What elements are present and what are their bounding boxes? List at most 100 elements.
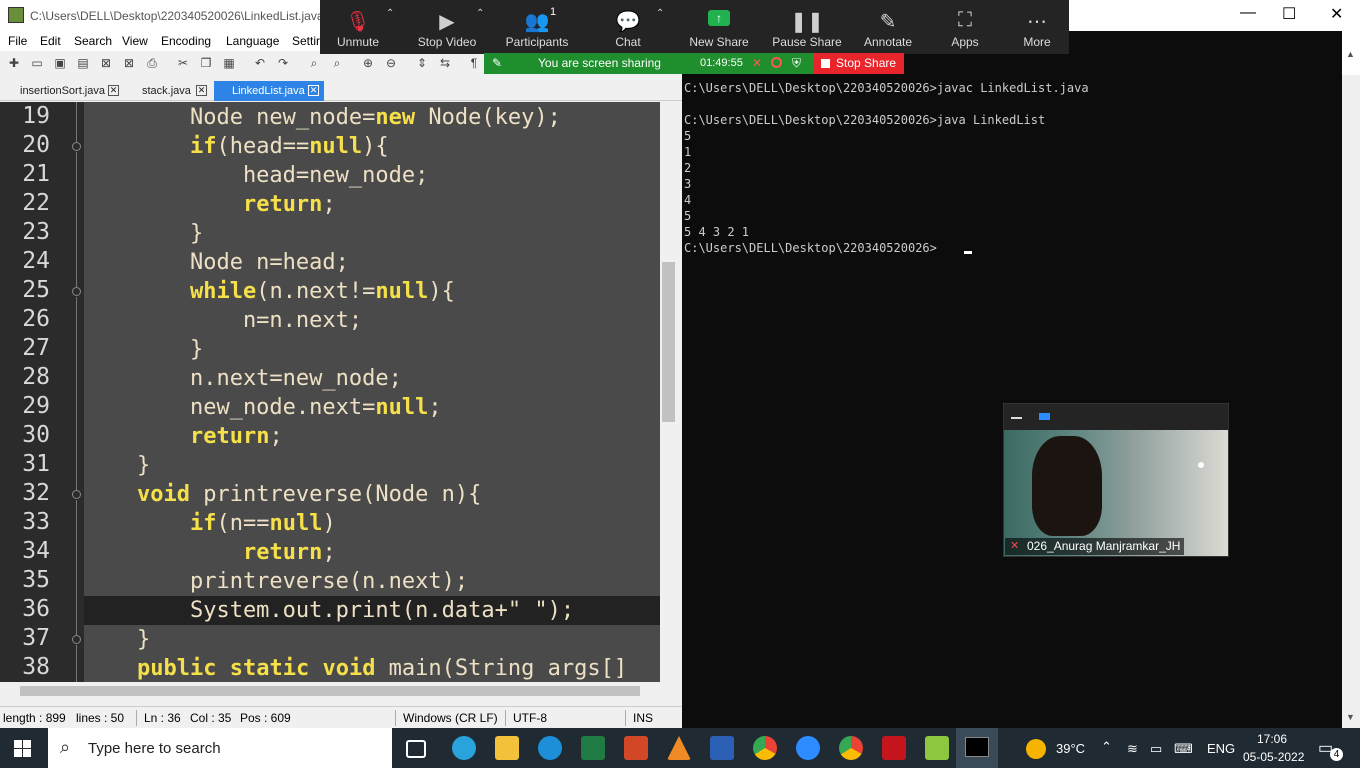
wrap-icon[interactable]: ⇆ <box>437 55 453 71</box>
code-editor[interactable]: Node new_node=new Node(key); if(head==nu… <box>84 102 660 682</box>
minimize-icon[interactable]: — <box>1240 4 1256 22</box>
fold-marker-icon[interactable] <box>72 490 81 499</box>
excel-icon[interactable] <box>581 736 605 760</box>
cmd-taskbar-active[interactable] <box>956 728 998 768</box>
tab-insertionsort[interactable]: insertionSort.java ✕ <box>8 81 124 101</box>
mic-off-icon[interactable]: ✕ <box>752 56 762 70</box>
expand-video-icon[interactable] <box>1039 413 1050 420</box>
show-all-chars-icon[interactable]: ¶ <box>466 55 482 71</box>
line-number: 23 <box>22 219 50 245</box>
chevron-up-icon[interactable]: ⌃ <box>656 8 664 19</box>
menu-encoding[interactable]: Encoding <box>161 34 211 48</box>
menu-view[interactable]: View <box>122 34 148 48</box>
code-line: return; <box>242 540 336 565</box>
editor-vertical-scroll-thumb[interactable] <box>662 262 675 422</box>
telegram-icon[interactable] <box>452 736 476 760</box>
word-icon[interactable] <box>710 736 734 760</box>
shield-icon[interactable]: ⛨ <box>792 56 801 71</box>
menu-edit[interactable]: Edit <box>40 34 61 48</box>
notepadpp-taskbar-icon[interactable] <box>925 736 949 760</box>
close-icon[interactable]: ✕ <box>196 85 207 96</box>
weather-sun-icon[interactable] <box>1026 739 1046 759</box>
tab-linkedlist[interactable]: LinkedList.java ✕ <box>214 81 324 101</box>
cmd-console[interactable]: C:\Users\DELL\Desktop\220340520026>javac… <box>682 75 1342 727</box>
pause-share-label: Pause Share <box>772 35 842 49</box>
sharing-pin-icon[interactable]: ✎ <box>492 56 502 70</box>
redo-icon[interactable]: ↷ <box>275 55 291 71</box>
undo-icon[interactable]: ↶ <box>252 55 268 71</box>
clock-time[interactable]: 17:06 <box>1257 732 1287 746</box>
line-number: 36 <box>22 596 50 622</box>
open-file-icon[interactable]: ▭ <box>29 55 45 71</box>
apps-button[interactable]: ⛶ Apps <box>934 0 996 54</box>
minimize-icon[interactable] <box>1011 417 1022 419</box>
menu-settings[interactable]: Settir <box>292 34 320 48</box>
scroll-down-icon[interactable]: ▼ <box>1346 712 1355 722</box>
zoom-in-icon[interactable]: ⊕ <box>360 55 376 71</box>
code-line: void printreverse(Node n){ <box>136 482 482 507</box>
cut-icon[interactable]: ✂ <box>175 55 191 71</box>
muted-mic-icon: 🎙 <box>345 11 371 33</box>
chevron-up-icon[interactable]: ⌃ <box>1101 739 1112 755</box>
find-icon[interactable]: ⌕ <box>306 55 322 71</box>
acrobat-icon[interactable] <box>882 736 906 760</box>
fold-marker-icon[interactable] <box>72 142 81 151</box>
taskbar-search-box[interactable]: ⌕ Type here to search <box>48 728 392 768</box>
fold-marker-icon[interactable] <box>72 287 81 296</box>
close-icon[interactable]: ✕ <box>308 85 319 96</box>
menu-file[interactable]: File <box>8 34 27 48</box>
keyboard-icon[interactable]: ⌨ <box>1174 741 1193 757</box>
chevron-up-icon[interactable]: ⌃ <box>386 8 394 19</box>
chevron-up-icon[interactable]: ⌃ <box>476 8 484 19</box>
cmd-scrollbar[interactable] <box>1342 31 1360 728</box>
zoom-icon[interactable] <box>796 736 820 760</box>
more-button[interactable]: ⋯ More <box>1006 0 1068 54</box>
close-all-icon[interactable]: ⊠ <box>121 55 137 71</box>
paste-icon[interactable]: ▦ <box>221 55 237 71</box>
menu-language[interactable]: Language <box>226 34 279 48</box>
file-explorer-icon[interactable] <box>495 736 519 760</box>
status-divider <box>395 710 396 726</box>
zoom-meeting-toolbar: 🎙 ⌃ Unmute ▶ ⌃ Stop Video 👥 1 Participan… <box>320 0 1069 54</box>
participants-button[interactable]: 👥 1 Participants <box>500 0 574 54</box>
battery-icon[interactable]: ▭ <box>1150 741 1162 757</box>
zoom-out-icon[interactable]: ⊖ <box>383 55 399 71</box>
record-icon[interactable] <box>771 57 782 68</box>
editor-horizontal-scroll-thumb[interactable] <box>20 686 640 696</box>
new-share-button[interactable]: ↑ New Share <box>684 0 754 54</box>
save-icon[interactable]: ▣ <box>52 55 68 71</box>
windows-start-icon[interactable] <box>14 740 32 758</box>
scroll-up-icon[interactable]: ▲ <box>1346 49 1355 59</box>
chrome-icon[interactable] <box>753 736 777 760</box>
save-all-icon[interactable]: ▤ <box>75 55 91 71</box>
task-view-icon[interactable] <box>406 740 426 758</box>
maximize-icon[interactable]: ☐ <box>1282 4 1296 24</box>
powerpoint-icon[interactable] <box>624 736 648 760</box>
chat-button[interactable]: 💬 ⌃ Chat <box>596 0 664 54</box>
copy-icon[interactable]: ❐ <box>198 55 214 71</box>
close-file-icon[interactable]: ⊠ <box>98 55 114 71</box>
clock-date[interactable]: 05-05-2022 <box>1243 750 1304 764</box>
pause-share-button[interactable]: ❚❚ Pause Share <box>770 0 844 54</box>
stop-video-button[interactable]: ▶ ⌃ Stop Video <box>410 0 485 54</box>
line-number: 19 <box>22 103 50 129</box>
line-number: 28 <box>22 364 50 390</box>
new-file-icon[interactable]: ✚ <box>6 55 22 71</box>
replace-icon[interactable]: ⌕ <box>329 55 345 71</box>
close-icon[interactable]: ✕ <box>1330 4 1343 24</box>
menu-search[interactable]: Search <box>74 34 112 48</box>
sync-scroll-icon[interactable]: ⇕ <box>414 55 430 71</box>
stop-share-button[interactable]: Stop Share <box>814 53 904 74</box>
wifi-icon[interactable]: ≋ <box>1127 741 1138 757</box>
annotate-button[interactable]: ✎ Annotate <box>856 0 920 54</box>
edge-icon[interactable] <box>538 736 562 760</box>
language-indicator[interactable]: ENG <box>1207 741 1235 756</box>
tab-stack[interactable]: stack.java ✕ <box>128 81 212 101</box>
fold-marker-icon[interactable] <box>72 635 81 644</box>
search-placeholder: Type here to search <box>88 740 221 757</box>
weather-temperature[interactable]: 39°C <box>1056 741 1085 756</box>
unmute-button[interactable]: 🎙 ⌃ Unmute <box>324 0 394 54</box>
chrome-profile-icon[interactable] <box>839 736 863 760</box>
close-icon[interactable]: ✕ <box>108 85 119 96</box>
print-icon[interactable]: ⎙ <box>144 55 160 71</box>
